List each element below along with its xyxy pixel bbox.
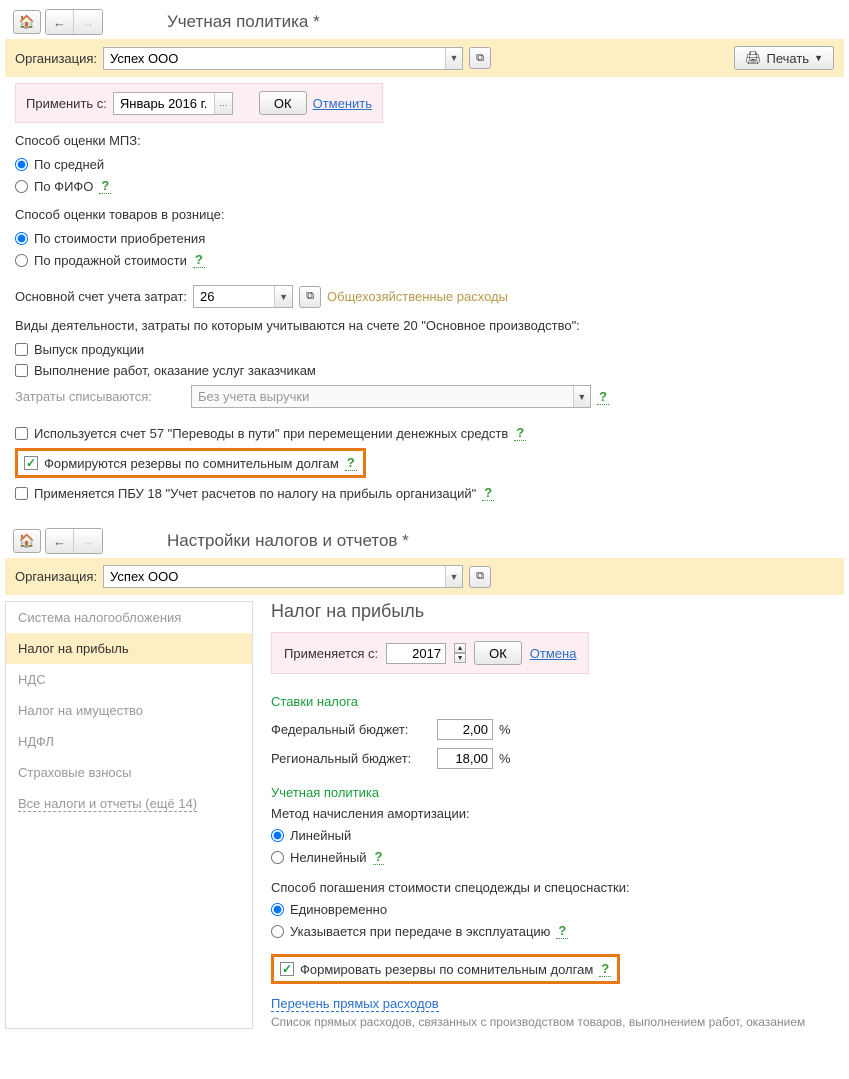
sidebar-item-ndfl[interactable]: НДФЛ [6, 726, 252, 757]
sidebar-item-insurance[interactable]: Страховые взносы [6, 757, 252, 788]
mpz-title: Способ оценки МПЗ: [15, 133, 834, 148]
forward-button[interactable]: → [74, 529, 102, 553]
apply-label: Применить с: [26, 96, 107, 111]
org-open-button-2[interactable]: ⧉ [469, 566, 491, 588]
policy-title: Учетная политика [271, 785, 826, 800]
help-icon[interactable]: ? [373, 849, 385, 865]
activity-production-checkbox[interactable] [15, 343, 28, 356]
pbu18-checkbox[interactable] [15, 487, 28, 500]
sidebar-item-system[interactable]: Система налогообложения [6, 602, 252, 633]
org-label: Организация: [15, 51, 97, 66]
tax-cancel-link[interactable]: Отмена [530, 646, 577, 661]
mpz-average-radio[interactable] [15, 158, 28, 171]
help-icon[interactable]: ? [193, 252, 205, 268]
direct-costs-link[interactable]: Перечень прямых расходов [271, 996, 439, 1012]
forward-button[interactable]: → [74, 10, 102, 34]
sidebar-item-all-taxes[interactable]: Все налоги и отчеты (ещё 14) [6, 788, 252, 819]
ok-button[interactable]: ОК [259, 91, 307, 115]
tax-sidebar: Система налогообложения Налог на прибыль… [5, 601, 253, 1029]
home-button[interactable]: 🏠 [13, 529, 41, 553]
amort-label: Метод начисления амортизации: [271, 806, 826, 821]
apply-date-picker-icon[interactable]: … [214, 93, 232, 114]
tax-ok-button[interactable]: ОК [474, 641, 522, 665]
help-icon[interactable]: ? [599, 961, 611, 977]
cancel-link[interactable]: Отменить [313, 96, 372, 111]
main-account-open-button[interactable]: ⧉ [299, 286, 321, 308]
reg-label: Региональный бюджет: [271, 751, 431, 766]
sidebar-item-vat[interactable]: НДС [6, 664, 252, 695]
help-icon[interactable]: ? [514, 425, 526, 441]
costs-dropdown-icon[interactable]: ▼ [573, 386, 590, 407]
help-icon[interactable]: ? [345, 455, 357, 471]
back-button[interactable]: ← [46, 10, 74, 34]
org-label-2: Организация: [15, 569, 97, 584]
org-dropdown-icon[interactable]: ▼ [445, 48, 462, 69]
sidebar-item-property-tax[interactable]: Налог на имущество [6, 695, 252, 726]
account57-checkbox[interactable] [15, 427, 28, 440]
main-account-desc: Общехозяйственные расходы [327, 289, 508, 304]
retail-cost-radio[interactable] [15, 232, 28, 245]
page-title-2: Настройки налогов и отчетов * [167, 531, 409, 551]
home-button[interactable]: 🏠 [13, 10, 41, 34]
back-button[interactable]: ← [46, 529, 74, 553]
sidebar-item-profit-tax[interactable]: Налог на прибыль [6, 633, 252, 664]
year-down-icon[interactable]: ▼ [454, 653, 466, 663]
costs-input [192, 386, 573, 407]
activities-title: Виды деятельности, затраты по которым уч… [15, 318, 834, 333]
retail-title: Способ оценки товаров в рознице: [15, 207, 834, 222]
main-account-dropdown-icon[interactable]: ▼ [274, 286, 292, 307]
reserves-highlight-2: ✓ Формировать резервы по сомнительным до… [271, 954, 620, 984]
fed-label: Федеральный бюджет: [271, 722, 431, 737]
reg-rate-input[interactable] [437, 748, 493, 769]
tax-apply-label: Применяется с: [284, 646, 378, 661]
printer-icon: 🖨 [745, 50, 762, 66]
amort-linear-radio[interactable] [271, 829, 284, 842]
main-account-label: Основной счет учета затрат: [15, 289, 187, 304]
main-account-input[interactable] [194, 286, 274, 307]
activity-services-checkbox[interactable] [15, 364, 28, 377]
reserves-checkbox-2[interactable]: ✓ [280, 962, 294, 976]
org-input[interactable] [104, 48, 445, 69]
reserves-checkbox[interactable]: ✓ [24, 456, 38, 470]
apply-date-input[interactable] [114, 93, 214, 114]
rates-title: Ставки налога [271, 694, 826, 709]
costs-label: Затраты списываются: [15, 389, 185, 404]
mpz-fifo-radio[interactable] [15, 180, 28, 193]
page-title: Учетная политика * [167, 12, 320, 32]
spec-once-radio[interactable] [271, 903, 284, 916]
help-icon[interactable]: ? [597, 389, 609, 405]
amort-nonlinear-radio[interactable] [271, 851, 284, 864]
help-icon[interactable]: ? [482, 485, 494, 501]
org-open-button[interactable]: ⧉ [469, 47, 491, 69]
help-icon[interactable]: ? [556, 923, 568, 939]
spec-title: Способ погашения стоимости спецодежды и … [271, 880, 826, 895]
org-dropdown-icon[interactable]: ▼ [445, 566, 462, 587]
direct-costs-desc: Список прямых расходов, связанных с прои… [271, 1015, 826, 1029]
tax-heading: Налог на прибыль [271, 601, 826, 622]
reserves-highlight: ✓ Формируются резервы по сомнительным до… [15, 448, 366, 478]
tax-apply-year-input[interactable] [386, 643, 446, 664]
year-up-icon[interactable]: ▲ [454, 643, 466, 653]
retail-sale-radio[interactable] [15, 254, 28, 267]
fed-rate-input[interactable] [437, 719, 493, 740]
org-input-2[interactable] [104, 566, 445, 587]
spec-on-transfer-radio[interactable] [271, 925, 284, 938]
help-icon[interactable]: ? [99, 178, 111, 194]
print-button[interactable]: 🖨 Печать ▼ [734, 46, 834, 70]
